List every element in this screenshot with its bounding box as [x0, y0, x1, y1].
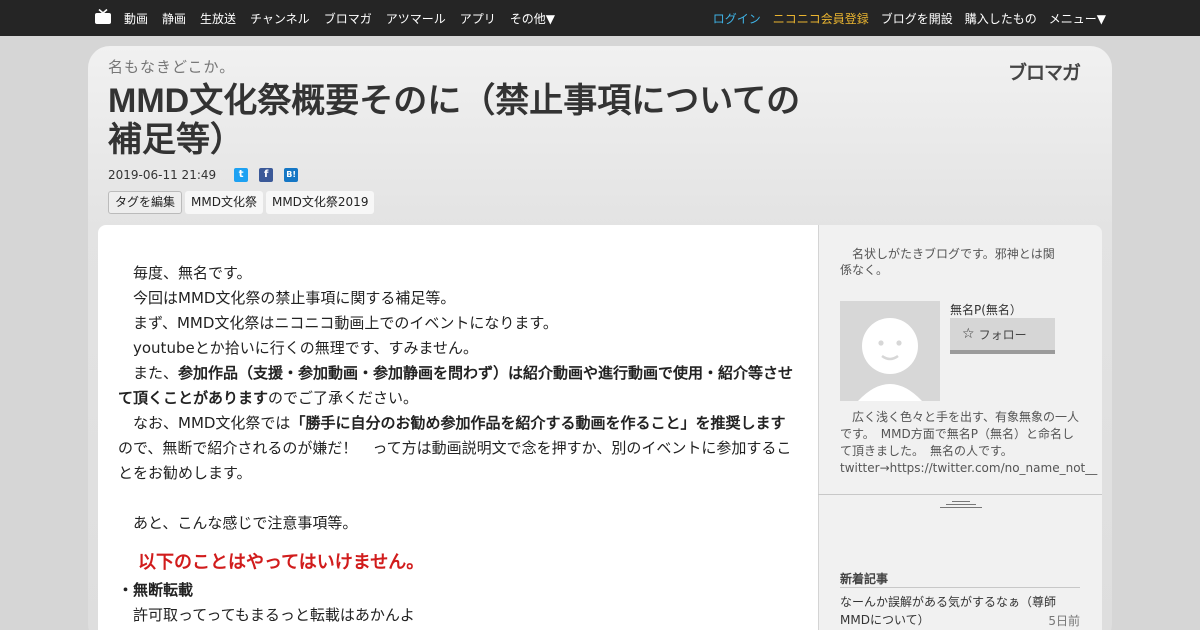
- paragraph: あと、こんな感じで注意事項等。: [118, 514, 358, 532]
- niconico-tv-icon[interactable]: [94, 9, 112, 25]
- warning-heading: 以下のことはやってはいけません。: [138, 552, 425, 573]
- article-body: 毎度、無名です。 今回はMMD文化祭の禁止事項に関する補足等。 まず、MMD文化…: [118, 261, 798, 628]
- edit-tags-button[interactable]: タグを編集: [108, 191, 183, 214]
- nav-seiga[interactable]: 静画: [162, 10, 186, 27]
- hatena-bookmark-icon[interactable]: B!: [284, 168, 299, 182]
- open-blog-link[interactable]: ブログを開設: [881, 10, 953, 27]
- paragraph: 今回はMMD文化祭の禁止事項に関する補足等。: [118, 289, 456, 307]
- paragraph-text: また、: [118, 364, 179, 382]
- nav-douga[interactable]: 動画: [124, 10, 148, 27]
- bold-text: 「勝手に自分のお勧め参加作品を紹介する動画を作ること」を推奨します: [290, 414, 786, 432]
- nav-app[interactable]: アプリ: [460, 10, 496, 27]
- paragraph: 毎度、無名です。: [118, 264, 252, 282]
- nav-blomaga[interactable]: ブロマガ: [324, 10, 372, 27]
- tag-item[interactable]: MMD文化祭2019: [265, 191, 375, 214]
- twitter-share-icon[interactable]: t: [234, 168, 249, 182]
- service-menu: 動画 静画 生放送 チャンネル ブロマガ アツマール アプリ その他▼: [124, 0, 569, 36]
- paragraph-text: のでご了承ください。: [268, 389, 419, 407]
- blomaga-logo[interactable]: ブロマガ: [1008, 58, 1081, 85]
- nav-more-dropdown[interactable]: その他▼: [510, 10, 555, 27]
- paragraph-text: なお、MMD文化祭では: [118, 414, 291, 432]
- recent-article-link[interactable]: なーんか誤解がある気がするなぁ（尊師MMDについて）: [840, 593, 1080, 629]
- list-item: ・無断転載: [118, 581, 194, 599]
- recent-article-date: 5日前: [1048, 614, 1080, 628]
- global-nav-bar: 動画 静画 生放送 チャンネル ブロマガ アツマール アプリ その他▼ ログイン…: [0, 0, 1200, 36]
- facebook-share-icon[interactable]: f: [259, 168, 274, 182]
- blog-name[interactable]: 名もなきどこか。: [108, 56, 235, 77]
- author-bio: 広く浅く色々と手を出す、有象無象の一人です。 MMD方面で無名P（無名）と命名し…: [840, 410, 1098, 475]
- sidebar-divider: [818, 494, 1102, 495]
- author-name[interactable]: 無名P(無名）: [950, 301, 1022, 318]
- login-link[interactable]: ログイン: [713, 10, 761, 27]
- recent-articles-heading: 新着記事: [840, 572, 889, 586]
- paragraph-text: ので、無断で紹介されるのが嫌だ！ って方は動画説明文で念を押すか、別のイベントに…: [118, 439, 792, 482]
- paragraph: まず、MMD文化祭はニコニコ動画上でのイベントになります。: [118, 314, 558, 332]
- menu-dropdown[interactable]: メニュー▼: [1049, 10, 1106, 27]
- nav-live[interactable]: 生放送: [200, 10, 236, 27]
- expand-handle-icon[interactable]: [940, 501, 982, 509]
- recent-divider: [840, 587, 1080, 588]
- star-icon: ☆: [962, 326, 975, 342]
- paragraph: また、参加作品（支援・参加動画・参加静画を問わず）は紹介動画や進行動画で使用・紹…: [118, 361, 798, 411]
- paragraph: なお、MMD文化祭では「勝手に自分のお勧め参加作品を紹介する動画を作ること」を推…: [118, 411, 798, 486]
- account-menu: ログイン ニコニコ会員登録 ブログを開設 購入したもの メニュー▼: [701, 0, 1106, 36]
- follow-button[interactable]: ☆ フォロー: [950, 318, 1055, 354]
- follow-label: フォロー: [978, 327, 1027, 342]
- tag-item[interactable]: MMD文化祭: [185, 191, 263, 214]
- purchased-link[interactable]: 購入したもの: [965, 10, 1037, 27]
- blog-description: 名状しがたきブログです。邪神とは関係なく。: [840, 247, 1055, 277]
- register-link[interactable]: ニコニコ会員登録: [773, 10, 869, 27]
- bold-text: 参加作品（支援・参加動画・参加静画を問わず）は紹介動画や進行動画で使用・紹介等さ…: [118, 364, 794, 407]
- default-avatar-icon: [858, 318, 922, 401]
- nav-atsumaru[interactable]: アツマール: [386, 10, 446, 27]
- avatar[interactable]: [840, 301, 940, 401]
- article-title: MMD文化祭概要そのに（禁止事項についての補足等）: [108, 82, 801, 159]
- tag-list: タグを編集 MMD文化祭 MMD文化祭2019: [108, 191, 375, 214]
- nav-channel[interactable]: チャンネル: [250, 10, 310, 27]
- paragraph: youtubeとか拾いに行くの無理です、すみません。: [118, 339, 479, 357]
- article-meta: 2019-06-11 21:49 t f B!: [108, 166, 309, 184]
- list-item-note: 許可取ってってもまるっと転載はあかんよ: [118, 606, 415, 624]
- article-date: 2019-06-11 21:49: [108, 168, 217, 182]
